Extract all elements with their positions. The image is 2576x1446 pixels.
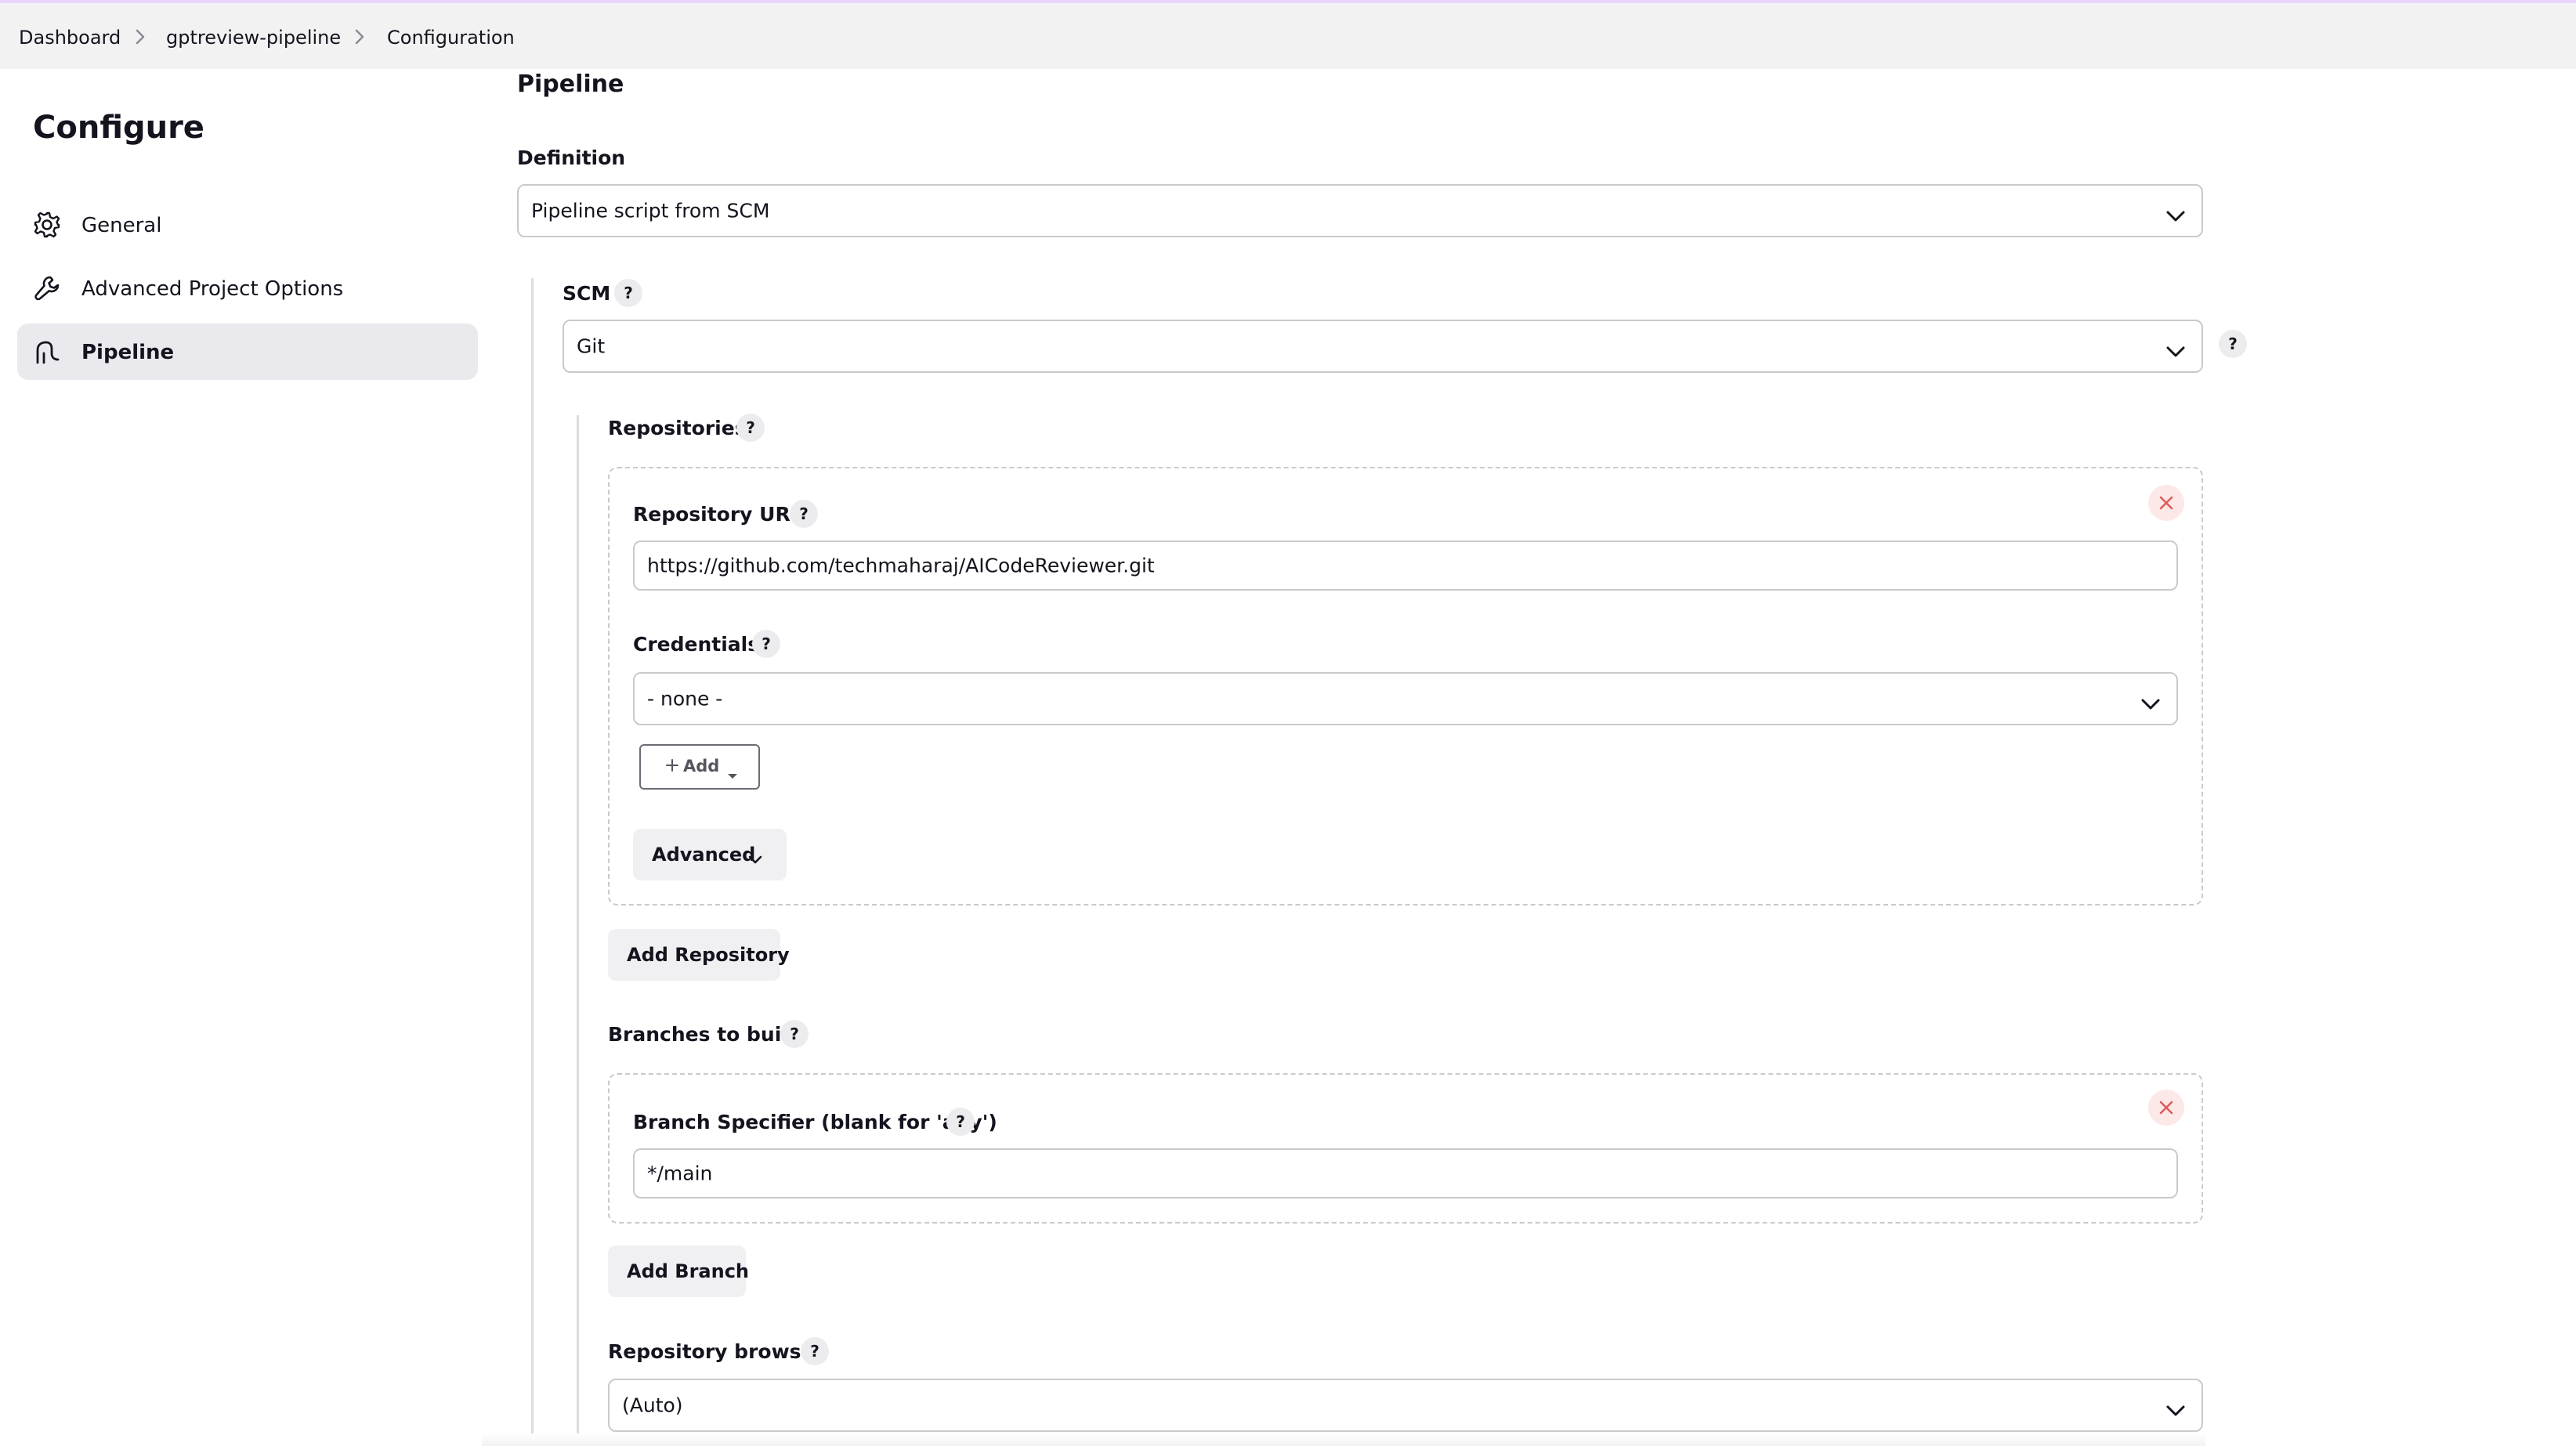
bottom-bar-shadow bbox=[482, 1433, 2205, 1446]
scm-help-icon[interactable]: ? bbox=[614, 279, 642, 307]
repositories-help-icon[interactable]: ? bbox=[736, 414, 765, 442]
breadcrumb-project[interactable]: gptreview-pipeline bbox=[166, 27, 341, 49]
branch-entry: Branch Specifier (blank for 'any') ? */m… bbox=[608, 1073, 2203, 1224]
repository-url-input[interactable]: https://github.com/techmaharaj/AICodeRev… bbox=[633, 540, 2178, 591]
scm-value: Git bbox=[577, 334, 606, 358]
repository-browser-label: Repository browser bbox=[608, 1340, 824, 1363]
scm-indent-line bbox=[531, 278, 534, 1446]
scm-select[interactable]: Git bbox=[563, 320, 2203, 373]
sidebar-item-label: Advanced Project Options bbox=[81, 277, 344, 301]
chevron-down-icon bbox=[2165, 340, 2186, 357]
pipeline-icon bbox=[33, 338, 61, 366]
branch-specifier-label: Branch Specifier (blank for 'any') bbox=[633, 1111, 997, 1133]
sidebar-item-advanced-project-options[interactable]: Advanced Project Options bbox=[17, 260, 478, 316]
wrench-icon bbox=[33, 274, 61, 302]
credentials-select[interactable]: - none - bbox=[633, 672, 2178, 725]
breadcrumb-separator-icon bbox=[135, 28, 146, 45]
page-title: Configure bbox=[33, 110, 204, 146]
plus-icon bbox=[666, 756, 678, 779]
definition-value: Pipeline script from SCM bbox=[531, 199, 770, 222]
definition-label: Definition bbox=[517, 146, 626, 169]
repository-url-value: https://github.com/techmaharaj/AICodeRev… bbox=[647, 554, 1155, 577]
breadcrumb: Dashboard gptreview-pipeline Configurati… bbox=[0, 3, 2576, 69]
repository-url-label: Repository URL bbox=[633, 503, 803, 526]
advanced-button[interactable]: Advanced bbox=[633, 829, 787, 880]
breadcrumb-dashboard[interactable]: Dashboard bbox=[19, 27, 121, 49]
add-branch-label: Add Branch bbox=[627, 1260, 750, 1282]
add-credentials-button[interactable]: Add bbox=[639, 744, 760, 790]
add-credentials-label: Add bbox=[683, 757, 720, 775]
credentials-label: Credentials bbox=[633, 633, 760, 656]
sidebar-item-general[interactable]: General bbox=[17, 197, 478, 253]
remove-repository-button[interactable] bbox=[2148, 485, 2184, 521]
breadcrumb-configuration[interactable]: Configuration bbox=[387, 27, 515, 49]
sidebar-item-label: General bbox=[81, 214, 162, 237]
section-title: Pipeline bbox=[517, 70, 624, 98]
sidebar-item-pipeline[interactable]: Pipeline bbox=[17, 324, 478, 380]
branches-label: Branches to build bbox=[608, 1023, 802, 1046]
repository-browser-value: (Auto) bbox=[622, 1394, 683, 1417]
scm-label: SCM bbox=[563, 282, 611, 305]
repository-url-help-icon[interactable]: ? bbox=[790, 500, 818, 528]
add-repository-button[interactable]: Add Repository bbox=[608, 929, 790, 981]
add-repository-label: Add Repository bbox=[627, 944, 790, 966]
branch-specifier-value: */main bbox=[647, 1162, 713, 1185]
repository-browser-help-icon[interactable]: ? bbox=[801, 1337, 829, 1365]
advanced-label: Advanced bbox=[652, 844, 756, 866]
branch-specifier-input[interactable]: */main bbox=[633, 1148, 2178, 1198]
chevron-down-icon bbox=[747, 848, 763, 870]
chevron-down-icon bbox=[2165, 1399, 2186, 1416]
repositories-label: Repositories bbox=[608, 417, 747, 439]
credentials-help-icon[interactable]: ? bbox=[752, 630, 780, 658]
repository-browser-select[interactable]: (Auto) bbox=[608, 1379, 2203, 1432]
scm-side-help-icon[interactable]: ? bbox=[2219, 330, 2247, 358]
gear-icon bbox=[33, 211, 61, 239]
chevron-down-icon bbox=[2165, 204, 2186, 222]
sidebar-item-label: Pipeline bbox=[81, 341, 175, 364]
definition-select[interactable]: Pipeline script from SCM bbox=[517, 184, 2203, 237]
remove-branch-button[interactable] bbox=[2148, 1090, 2184, 1126]
git-indent-line bbox=[577, 415, 579, 1446]
chevron-down-icon bbox=[2140, 692, 2161, 710]
repository-entry: Repository URL ? https://github.com/tech… bbox=[608, 467, 2203, 906]
branches-help-icon[interactable]: ? bbox=[780, 1020, 809, 1048]
breadcrumb-separator-icon bbox=[354, 28, 365, 45]
credentials-value: - none - bbox=[647, 687, 723, 710]
add-branch-button[interactable]: Add Branch bbox=[608, 1245, 750, 1297]
branch-specifier-help-icon[interactable]: ? bbox=[946, 1108, 975, 1136]
caret-down-icon bbox=[727, 765, 738, 783]
